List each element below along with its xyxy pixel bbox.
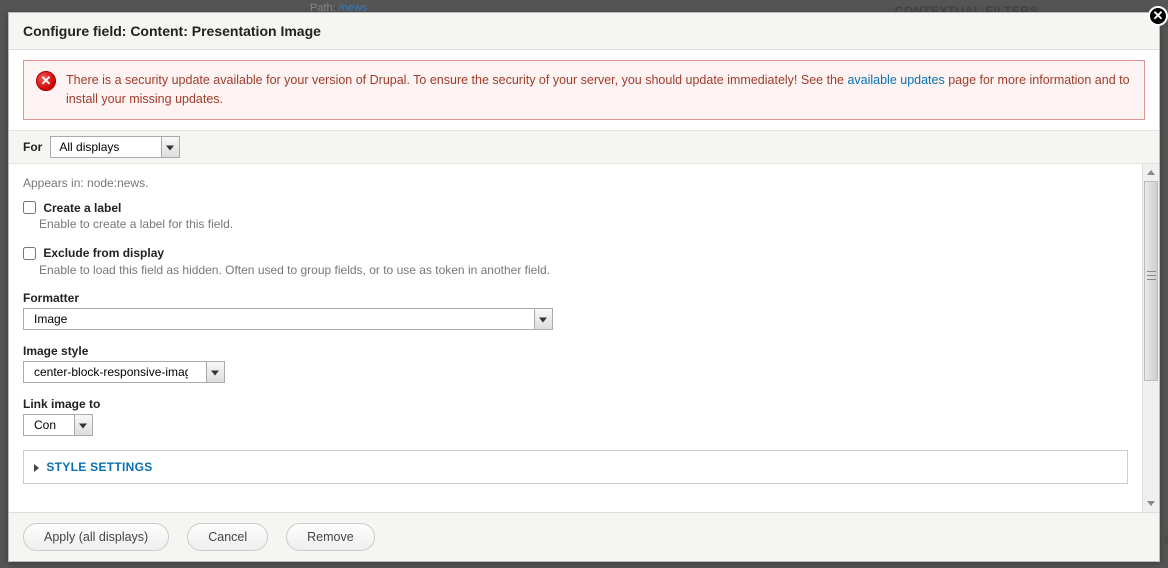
modal-dialog: Configure field: Content: Presentation I… bbox=[8, 12, 1160, 562]
scrollbar[interactable] bbox=[1142, 164, 1159, 513]
for-select[interactable]: All displays bbox=[50, 136, 180, 158]
image-style-label: Image style bbox=[23, 344, 1128, 358]
link-image-label: Link image to bbox=[23, 397, 1128, 411]
scroll-thumb[interactable] bbox=[1144, 181, 1158, 381]
for-label: For bbox=[23, 140, 42, 154]
close-icon[interactable]: ✕ bbox=[1148, 6, 1168, 26]
scroll-tick bbox=[1147, 271, 1156, 272]
appears-in: Appears in: node:news. bbox=[23, 176, 1128, 190]
cancel-button[interactable]: Cancel bbox=[187, 523, 268, 551]
style-settings-title: STYLE SETTINGS bbox=[46, 460, 152, 474]
scroll-tick bbox=[1147, 279, 1156, 280]
modal-footer: Apply (all displays) Cancel Remove bbox=[9, 512, 1159, 561]
for-bar: For All displays bbox=[9, 130, 1159, 164]
scroll-down-icon[interactable] bbox=[1143, 495, 1159, 512]
scroll-up-icon[interactable] bbox=[1143, 164, 1159, 181]
modal-header: Configure field: Content: Presentation I… bbox=[9, 13, 1159, 50]
chevron-right-icon bbox=[34, 464, 39, 472]
available-updates-link[interactable]: available updates bbox=[847, 73, 944, 87]
exclude-checkbox[interactable] bbox=[23, 247, 36, 260]
create-label-desc: Enable to create a label for this field. bbox=[39, 217, 1128, 231]
modal-body: Appears in: node:news. Create a label En… bbox=[9, 164, 1142, 513]
image-style-select[interactable]: center-block-responsive-image bbox=[23, 361, 225, 383]
modal-title: Configure field: Content: Presentation I… bbox=[23, 23, 1145, 39]
exclude-text[interactable]: Exclude from display bbox=[43, 246, 164, 260]
alert-text: There is a security update available for… bbox=[66, 71, 1132, 109]
create-label-checkbox[interactable] bbox=[23, 201, 36, 214]
scroll-tick bbox=[1147, 275, 1156, 276]
error-icon: ✕ bbox=[36, 71, 56, 91]
exclude-desc: Enable to load this field as hidden. Oft… bbox=[39, 263, 1128, 277]
style-settings-collapsible[interactable]: STYLE SETTINGS bbox=[23, 450, 1128, 484]
create-label-text[interactable]: Create a label bbox=[43, 200, 121, 214]
formatter-label: Formatter bbox=[23, 291, 1128, 305]
remove-button[interactable]: Remove bbox=[286, 523, 375, 551]
formatter-select[interactable]: Image bbox=[23, 308, 553, 330]
apply-button[interactable]: Apply (all displays) bbox=[23, 523, 169, 551]
link-image-select[interactable]: Content bbox=[23, 414, 93, 436]
security-alert: ✕ There is a security update available f… bbox=[23, 60, 1145, 120]
